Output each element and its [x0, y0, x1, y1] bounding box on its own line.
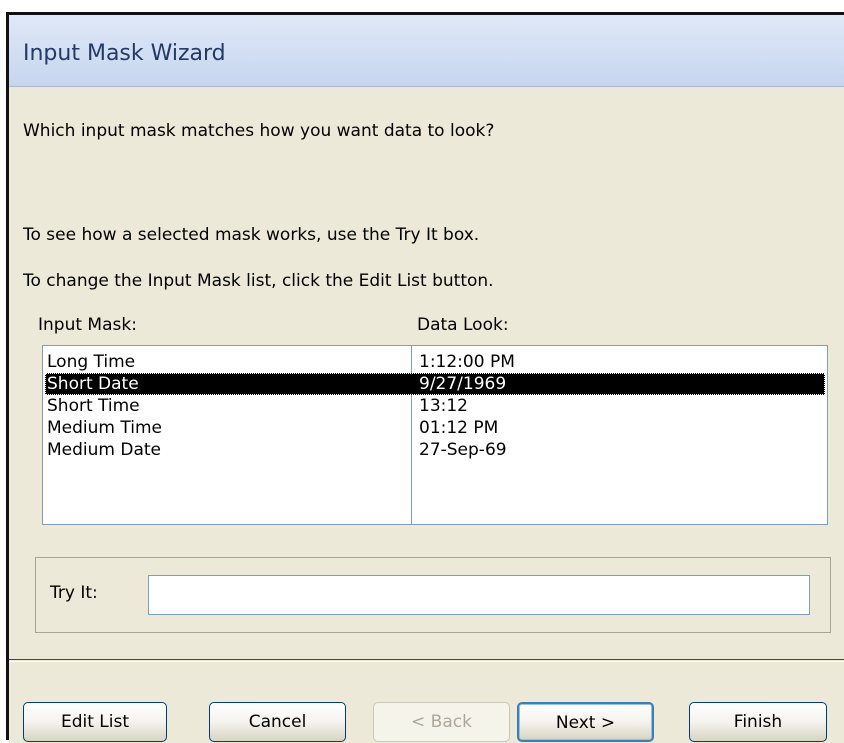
- list-item-mask: Long Time: [47, 352, 136, 372]
- back-button-label: < Back: [411, 712, 472, 732]
- window-title: Input Mask Wizard: [23, 41, 226, 66]
- tryit-group: Try It:: [35, 557, 831, 633]
- button-separator: [9, 659, 844, 662]
- edit-list-button[interactable]: Edit List: [23, 702, 167, 742]
- title-bar[interactable]: Input Mask Wizard: [9, 15, 844, 87]
- next-button-label: Next >: [555, 713, 616, 733]
- list-item-long-time[interactable]: Long Time 1:12:00 PM: [45, 351, 825, 373]
- list-item-mask: Medium Time: [47, 418, 162, 438]
- list-item-medium-time[interactable]: Medium Time 01:12 PM: [45, 417, 825, 439]
- tryit-input[interactable]: [148, 575, 810, 615]
- input-mask-header: Input Mask:: [38, 315, 137, 335]
- list-item-data-look: 1:12:00 PM: [419, 352, 515, 372]
- list-item-short-date[interactable]: Short Date 9/27/1969: [45, 373, 825, 395]
- wizard-content: Which input mask matches how you want da…: [9, 87, 844, 743]
- list-item-mask: Short Time: [47, 396, 140, 416]
- finish-button[interactable]: Finish: [689, 702, 827, 742]
- list-item-data-look: 9/27/1969: [419, 374, 507, 394]
- cancel-button-label: Cancel: [248, 712, 307, 732]
- list-item-data-look: 27-Sep-69: [419, 440, 507, 460]
- list-item-data-look: 13:12: [419, 396, 468, 416]
- list-item-mask: Short Date: [47, 374, 139, 394]
- tryit-instruction: To see how a selected mask works, use th…: [23, 225, 480, 245]
- tryit-label: Try It:: [50, 583, 98, 603]
- list-item-data-look: 01:12 PM: [419, 418, 499, 438]
- cancel-button[interactable]: Cancel: [209, 702, 346, 742]
- data-look-header: Data Look:: [417, 315, 509, 335]
- list-item-medium-date[interactable]: Medium Date 27-Sep-69: [45, 439, 825, 461]
- input-mask-list[interactable]: Long Time 1:12:00 PM Short Date 9/27/196…: [42, 345, 828, 525]
- question-text: Which input mask matches how you want da…: [23, 121, 495, 141]
- edit-list-instruction: To change the Input Mask list, click the…: [23, 271, 494, 291]
- next-button[interactable]: Next >: [517, 702, 654, 742]
- edit-list-button-label: Edit List: [60, 712, 130, 732]
- back-button[interactable]: < Back: [373, 702, 510, 742]
- list-item-short-time[interactable]: Short Time 13:12: [45, 395, 825, 417]
- list-item-mask: Medium Date: [47, 440, 162, 460]
- input-mask-wizard-window: Input Mask Wizard Which input mask match…: [6, 12, 844, 743]
- finish-button-label: Finish: [733, 712, 783, 732]
